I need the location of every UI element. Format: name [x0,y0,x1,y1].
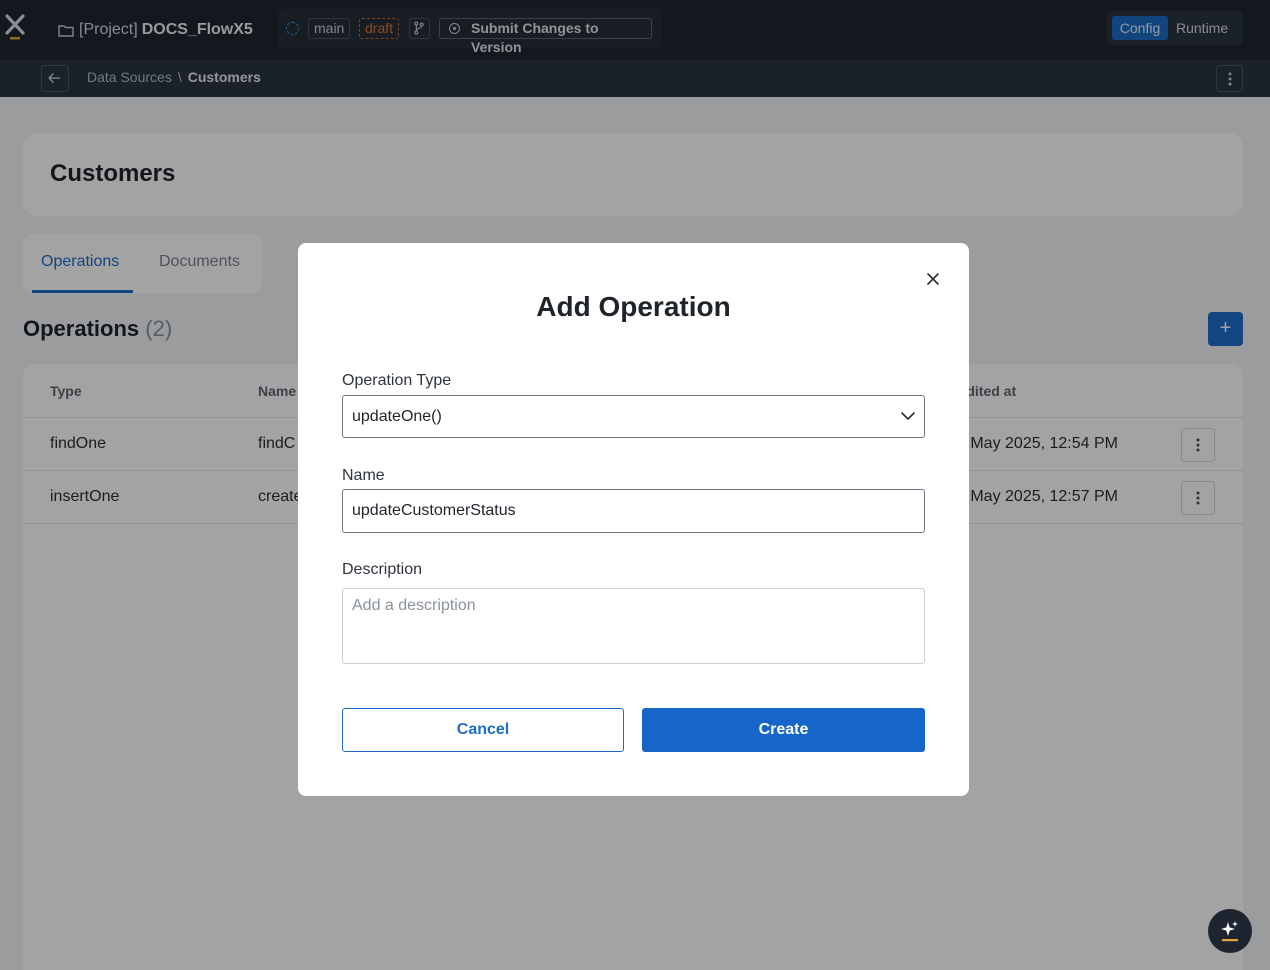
add-operation-dialog: Add Operation Operation Type updateOne()… [298,243,969,796]
ai-assistant-button[interactable] [1208,909,1252,953]
operation-type-select[interactable]: updateOne() [342,395,925,438]
close-icon[interactable] [921,267,945,291]
description-label: Description [342,561,423,578]
operation-type-label: Operation Type [342,372,452,389]
ai-sparkle-icon [1221,921,1238,942]
name-label: Name [342,467,385,484]
cancel-button[interactable]: Cancel [342,708,624,752]
operation-type-value: updateOne() [352,408,442,425]
create-button[interactable]: Create [642,708,925,752]
dialog-title: Add Operation [536,291,731,322]
name-input[interactable]: updateCustomerStatus [342,489,925,533]
description-textarea[interactable]: Add a description [342,588,925,664]
chevron-down-icon [901,412,915,420]
